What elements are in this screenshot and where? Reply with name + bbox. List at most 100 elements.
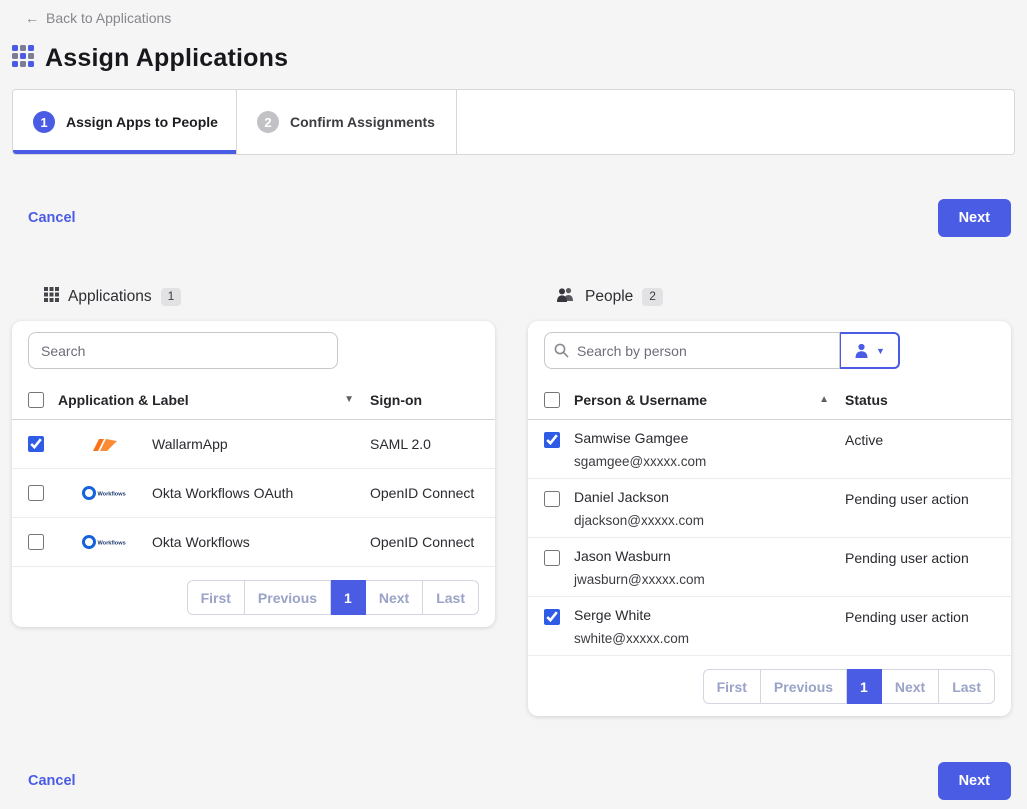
people-panel: ▼ Person & Username ▲ Status Samwise Gam… <box>528 321 1011 716</box>
people-search-input[interactable] <box>544 332 840 369</box>
applications-select-all-checkbox[interactable] <box>28 392 44 408</box>
back-arrow-icon: ← <box>25 10 39 26</box>
applications-page-1-button[interactable]: 1 <box>331 580 366 615</box>
people-icon <box>556 287 576 307</box>
person-status: Pending user action <box>845 548 1011 566</box>
app-label-column-header: Application & Label <box>58 392 189 408</box>
people-filter-dropdown[interactable]: ▼ <box>839 332 900 369</box>
assignment-panels: Applications 1 Application & Label ▼ Sig… <box>12 287 1015 716</box>
application-name: Okta Workflows <box>152 534 370 550</box>
application-name: WallarmApp <box>152 436 370 452</box>
person-row[interactable]: Jason Wasburn jwasburn@xxxxx.com Pending… <box>528 538 1011 597</box>
svg-text:Workflows: Workflows <box>98 492 126 498</box>
step-2-number: 2 <box>257 111 279 133</box>
application-signon: OpenID Connect <box>370 534 495 550</box>
tab-assign-apps-to-people[interactable]: 1 Assign Apps to People <box>13 90 237 154</box>
people-page-last-button[interactable]: Last <box>939 669 995 704</box>
app-sort-caret-icon[interactable]: ▼ <box>344 394 354 405</box>
applications-page-first-button[interactable]: First <box>187 580 245 615</box>
cancel-link-top[interactable]: Cancel <box>28 210 76 226</box>
filter-caret-icon: ▼ <box>876 346 885 356</box>
application-row[interactable]: WallarmApp SAML 2.0 <box>12 420 495 469</box>
people-count-badge: 2 <box>642 288 663 305</box>
person-row[interactable]: Samwise Gamgee sgamgee@xxxxx.com Active <box>528 420 1011 479</box>
application-row[interactable]: Workflows Okta Workflows OAuth OpenID Co… <box>12 469 495 518</box>
person-status: Pending user action <box>845 607 1011 625</box>
people-search-row: ▼ <box>528 321 1011 380</box>
application-row[interactable]: Workflows Okta Workflows OpenID Connect <box>12 518 495 567</box>
people-title: People <box>585 288 633 306</box>
okta-workflows-logo-icon: Workflows <box>58 485 152 501</box>
search-icon <box>554 343 569 363</box>
signon-column-header: Sign-on <box>370 392 495 408</box>
back-to-applications-link[interactable]: ← Back to Applications <box>25 10 171 26</box>
page-title: Assign Applications <box>45 44 288 73</box>
applications-pagination: First Previous 1 Next Last <box>12 567 495 627</box>
svg-text:Workflows: Workflows <box>98 541 126 547</box>
person-filter-icon <box>854 343 869 358</box>
applications-page-last-button[interactable]: Last <box>423 580 479 615</box>
person-row-checkbox[interactable] <box>544 550 560 566</box>
tab-confirm-assignments[interactable]: 2 Confirm Assignments <box>237 90 457 154</box>
applications-page-previous-button[interactable]: Previous <box>245 580 331 615</box>
wallarm-logo-icon <box>58 437 152 452</box>
person-username: swhite@xxxxx.com <box>574 631 845 646</box>
applications-header: Applications 1 <box>44 287 495 307</box>
applications-panel: Application & Label ▼ Sign-on WallarmApp… <box>12 321 495 627</box>
person-name: Jason Wasburn <box>574 548 845 564</box>
applications-page-next-button[interactable]: Next <box>366 580 423 615</box>
person-name: Serge White <box>574 607 845 623</box>
people-column: People 2 <box>528 287 1011 716</box>
person-row-checkbox[interactable] <box>544 491 560 507</box>
person-status: Pending user action <box>845 489 1011 507</box>
person-status: Active <box>845 430 1011 448</box>
person-name: Daniel Jackson <box>574 489 845 505</box>
people-pagination: First Previous 1 Next Last <box>528 656 1011 716</box>
people-table-header: Person & Username ▲ Status <box>528 380 1011 420</box>
page-header: Assign Applications <box>12 44 1027 73</box>
step-2-label: Confirm Assignments <box>290 114 435 130</box>
person-row-checkbox[interactable] <box>544 432 560 448</box>
applications-table-header: Application & Label ▼ Sign-on <box>12 380 495 420</box>
person-row[interactable]: Daniel Jackson djackson@xxxxx.com Pendin… <box>528 479 1011 538</box>
person-name: Samwise Gamgee <box>574 430 845 446</box>
application-row-checkbox[interactable] <box>28 436 44 452</box>
person-username: djackson@xxxxx.com <box>574 513 845 528</box>
apps-grid-icon <box>12 45 35 73</box>
person-username: sgamgee@xxxxx.com <box>574 454 845 469</box>
application-signon: OpenID Connect <box>370 485 495 501</box>
person-username: jwasburn@xxxxx.com <box>574 572 845 587</box>
step-1-label: Assign Apps to People <box>66 114 218 130</box>
applications-search-row <box>12 321 495 380</box>
status-column-header: Status <box>845 392 1011 408</box>
application-row-checkbox[interactable] <box>28 534 44 550</box>
person-column-header: Person & Username <box>574 392 707 408</box>
next-button-top[interactable]: Next <box>938 199 1011 237</box>
next-button-bottom[interactable]: Next <box>938 762 1011 800</box>
people-page-next-button[interactable]: Next <box>882 669 939 704</box>
application-name: Okta Workflows OAuth <box>152 485 370 501</box>
people-page-previous-button[interactable]: Previous <box>761 669 847 704</box>
people-page-1-button[interactable]: 1 <box>847 669 882 704</box>
people-header: People 2 <box>556 287 1011 307</box>
person-sort-caret-icon[interactable]: ▲ <box>819 394 829 405</box>
cancel-link-bottom[interactable]: Cancel <box>28 773 76 789</box>
applications-search-input[interactable] <box>28 332 338 369</box>
wizard-steps: 1 Assign Apps to People 2 Confirm Assign… <box>12 89 1015 155</box>
back-link-label: Back to Applications <box>46 10 171 26</box>
okta-workflows-logo-icon: Workflows <box>58 534 152 550</box>
applications-grid-icon <box>44 287 59 307</box>
applications-column: Applications 1 Application & Label ▼ Sig… <box>12 287 495 627</box>
person-row[interactable]: Serge White swhite@xxxxx.com Pending use… <box>528 597 1011 656</box>
step-1-number: 1 <box>33 111 55 133</box>
bottom-action-bar: Cancel Next <box>28 762 1011 800</box>
application-signon: SAML 2.0 <box>370 436 495 452</box>
applications-title: Applications <box>68 288 152 306</box>
top-action-bar: Cancel Next <box>28 199 1011 237</box>
people-page-first-button[interactable]: First <box>703 669 761 704</box>
tabbar-filler <box>457 90 1014 154</box>
people-select-all-checkbox[interactable] <box>544 392 560 408</box>
person-row-checkbox[interactable] <box>544 609 560 625</box>
applications-count-badge: 1 <box>161 288 182 305</box>
application-row-checkbox[interactable] <box>28 485 44 501</box>
